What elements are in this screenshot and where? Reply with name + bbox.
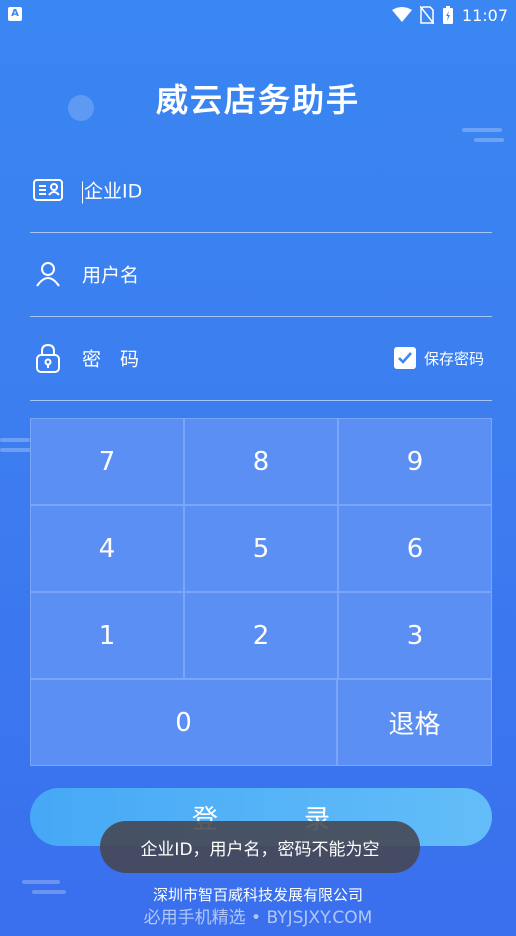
- remember-label: 保存密码: [423, 349, 484, 368]
- decor-cloud: [0, 438, 30, 442]
- key-6[interactable]: 6: [338, 505, 492, 592]
- key-4[interactable]: 4: [30, 505, 184, 592]
- key-0[interactable]: 0: [30, 679, 337, 766]
- id-card-icon: [33, 179, 63, 201]
- company-id-field[interactable]: 企业ID: [30, 148, 492, 233]
- key-2[interactable]: 2: [184, 592, 338, 679]
- key-8[interactable]: 8: [184, 418, 338, 505]
- company-id-input[interactable]: 企业ID: [82, 177, 142, 204]
- numeric-keypad: 7 8 9 4 5 6 1 2 3 0 退格: [30, 418, 492, 766]
- status-time: 11:07: [461, 5, 508, 25]
- check-icon: [398, 352, 412, 364]
- footer-company: 深圳市智百威科技发展有限公司: [152, 886, 363, 904]
- key-3[interactable]: 3: [338, 592, 492, 679]
- user-icon: [36, 262, 60, 287]
- decor-cloud: [462, 128, 502, 132]
- password-field[interactable]: 密 码 保存密码: [30, 316, 492, 401]
- username-field[interactable]: 用户名: [30, 232, 492, 317]
- username-input[interactable]: 用户名: [82, 261, 139, 288]
- remember-password[interactable]: 保存密码: [393, 347, 484, 369]
- key-7[interactable]: 7: [30, 418, 184, 505]
- password-input[interactable]: 密 码: [82, 345, 139, 372]
- status-icons: 11:07: [391, 5, 508, 25]
- no-sim-icon: [419, 6, 434, 24]
- battery-icon: [442, 6, 453, 24]
- backspace-key[interactable]: 退格: [337, 679, 492, 766]
- decor-cloud: [474, 138, 504, 142]
- wifi-icon: [391, 7, 412, 22]
- toast-message: 企业ID，用户名，密码不能为空: [100, 821, 420, 873]
- key-9[interactable]: 9: [338, 418, 492, 505]
- footer-watermark: 必用手机精选 • BYJSJXY.COM: [143, 908, 373, 928]
- key-5[interactable]: 5: [184, 505, 338, 592]
- app-title: 威云店务助手: [155, 81, 360, 119]
- company-id-placeholder: 企业ID: [84, 180, 143, 203]
- key-1[interactable]: 1: [30, 592, 184, 679]
- text-cursor: [82, 181, 83, 203]
- status-bar: A 11:07: [0, 0, 516, 30]
- notification-icon: A: [8, 7, 22, 21]
- lock-icon: [36, 343, 60, 373]
- remember-checkbox[interactable]: [393, 347, 416, 369]
